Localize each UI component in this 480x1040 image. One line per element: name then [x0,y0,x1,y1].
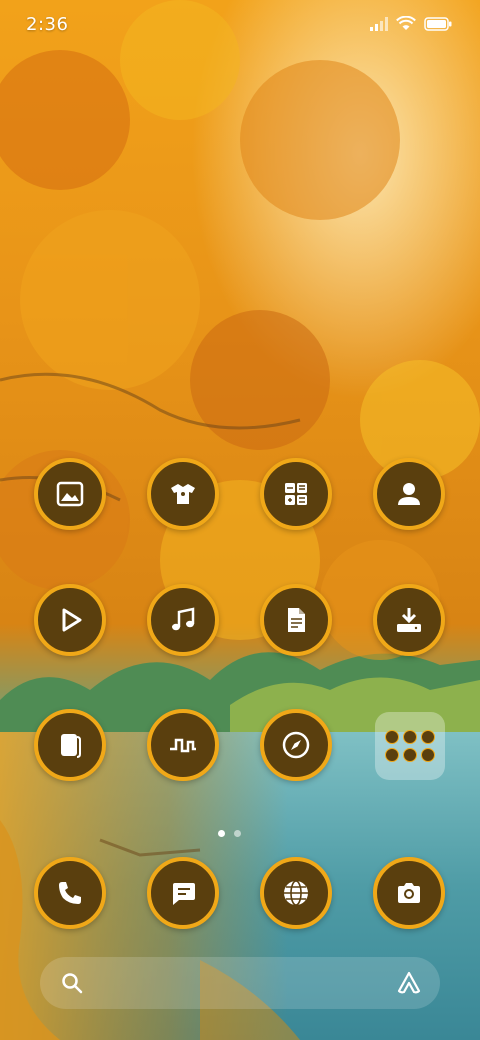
phone-app-icon[interactable] [34,857,106,929]
person-icon [398,483,420,505]
folder-app-3-icon [421,730,435,744]
downloads-app-icon[interactable] [373,584,445,656]
status-time: 2:36 [26,14,69,35]
card-icon [61,734,81,758]
search-bar[interactable] [40,957,440,1009]
compass-app-icon[interactable] [260,709,332,781]
folder-app-2-icon [403,730,417,744]
compass-icon [282,731,310,759]
folder-app-6-icon [421,748,435,762]
recorder-app-icon[interactable] [147,709,219,781]
tshirt-icon [171,484,195,504]
messages-app-icon[interactable] [147,857,219,929]
signal-icon [370,16,388,31]
folder-app-5-icon [403,748,417,762]
camera-app-icon[interactable] [373,857,445,929]
image-icon [56,481,84,507]
page-dot-2[interactable] [234,830,241,837]
folder-app-4-icon [385,748,399,762]
download-icon [397,608,421,632]
music-note-icon [172,607,195,631]
themes-app-icon[interactable] [147,458,219,530]
calculator-app-icon[interactable] [260,458,332,530]
video-app-icon[interactable] [34,584,106,656]
page-indicator [218,830,241,837]
app-folder[interactable] [375,712,445,780]
contacts-app-icon[interactable] [373,458,445,530]
status-icons [370,16,452,31]
calculator-icon [285,483,307,505]
message-icon [173,883,195,905]
camera-icon [398,883,420,903]
play-icon [62,608,82,632]
browser-app-icon[interactable] [260,857,332,929]
wallet-app-icon[interactable] [34,709,106,781]
gallery-app-icon[interactable] [34,458,106,530]
assistant-icon[interactable] [396,970,422,996]
notes-app-icon[interactable] [260,584,332,656]
search-icon[interactable] [60,971,84,995]
waveform-icon [170,738,196,753]
folder-app-1-icon [385,730,399,744]
music-app-icon[interactable] [147,584,219,656]
battery-icon [424,16,452,31]
status-bar: 2:36 [0,0,480,50]
wifi-icon [396,16,416,30]
page-dot-1[interactable] [218,830,225,837]
globe-icon [284,880,308,906]
phone-icon [59,882,81,904]
document-icon [288,608,305,632]
